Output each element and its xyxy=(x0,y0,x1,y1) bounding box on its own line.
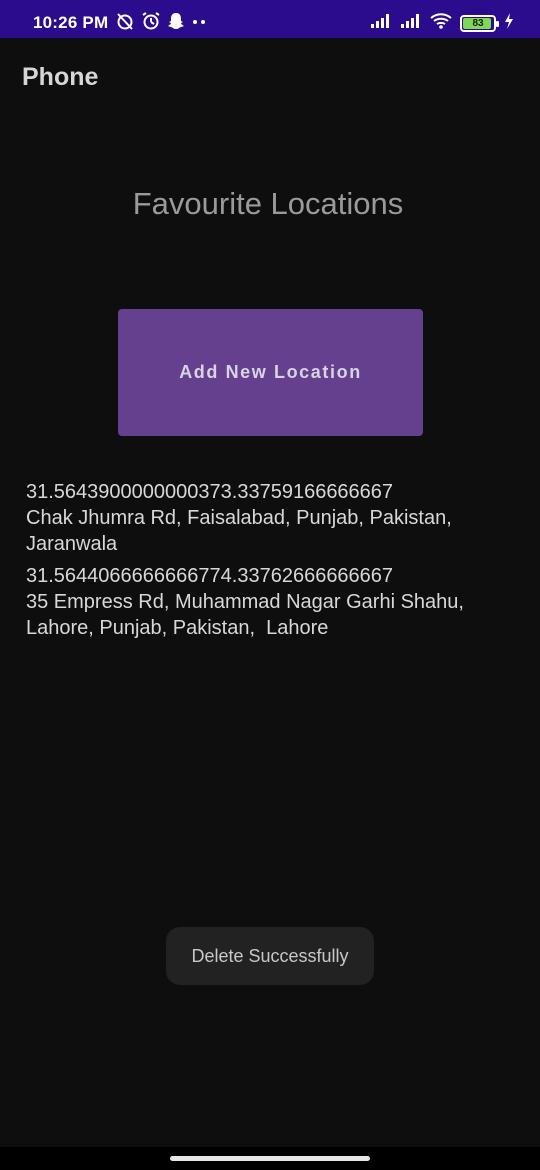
alarm-off-icon xyxy=(115,12,135,35)
snapchat-icon xyxy=(167,12,185,35)
location-coords: 31.5644066666666774.33762666666667 xyxy=(26,565,394,587)
toast-text: Delete Successfully xyxy=(191,945,349,966)
charging-icon xyxy=(504,13,514,34)
location-address-line: Chak Jhumra Rd, Faisalabad, Punjab, Paki… xyxy=(26,507,452,529)
signal-1-icon xyxy=(370,13,392,34)
signal-2-icon xyxy=(400,13,422,34)
status-bar: 10:26 PM 83 xyxy=(0,0,540,38)
location-item[interactable]: 31.5644066666666774.33762666666667 35 Em… xyxy=(26,563,516,641)
location-list: 31.5643900000000373.33759166666667 Chak … xyxy=(26,479,516,647)
battery-icon: 83 xyxy=(460,15,499,32)
app-title: Phone xyxy=(22,63,99,91)
wifi-icon xyxy=(430,13,452,34)
status-right-icons: 83 xyxy=(370,13,514,34)
location-address-line: Jaranwala xyxy=(26,533,118,555)
home-gesture-handle[interactable] xyxy=(170,1156,370,1161)
location-address-line: Lahore, Punjab, Pakistan, Lahore xyxy=(26,617,329,639)
screen: 10:26 PM 83 Phone Favourite Locations Ad… xyxy=(0,0,540,1170)
status-time: 10:26 PM xyxy=(33,13,109,32)
more-dots-icon xyxy=(191,12,207,35)
alarm-icon xyxy=(141,12,161,35)
location-item[interactable]: 31.5643900000000373.33759166666667 Chak … xyxy=(26,479,516,557)
navigation-bar xyxy=(0,1147,540,1170)
location-address-line: 35 Empress Rd, Muhammad Nagar Garhi Shah… xyxy=(26,591,464,613)
status-left-icons xyxy=(115,12,207,35)
page-heading: Favourite Locations xyxy=(132,186,404,221)
location-coords: 31.5643900000000373.33759166666667 xyxy=(26,481,394,503)
add-new-location-button[interactable]: Add New Location xyxy=(118,309,423,436)
toast-message: Delete Successfully xyxy=(166,927,374,985)
battery-percent: 83 xyxy=(472,18,484,29)
